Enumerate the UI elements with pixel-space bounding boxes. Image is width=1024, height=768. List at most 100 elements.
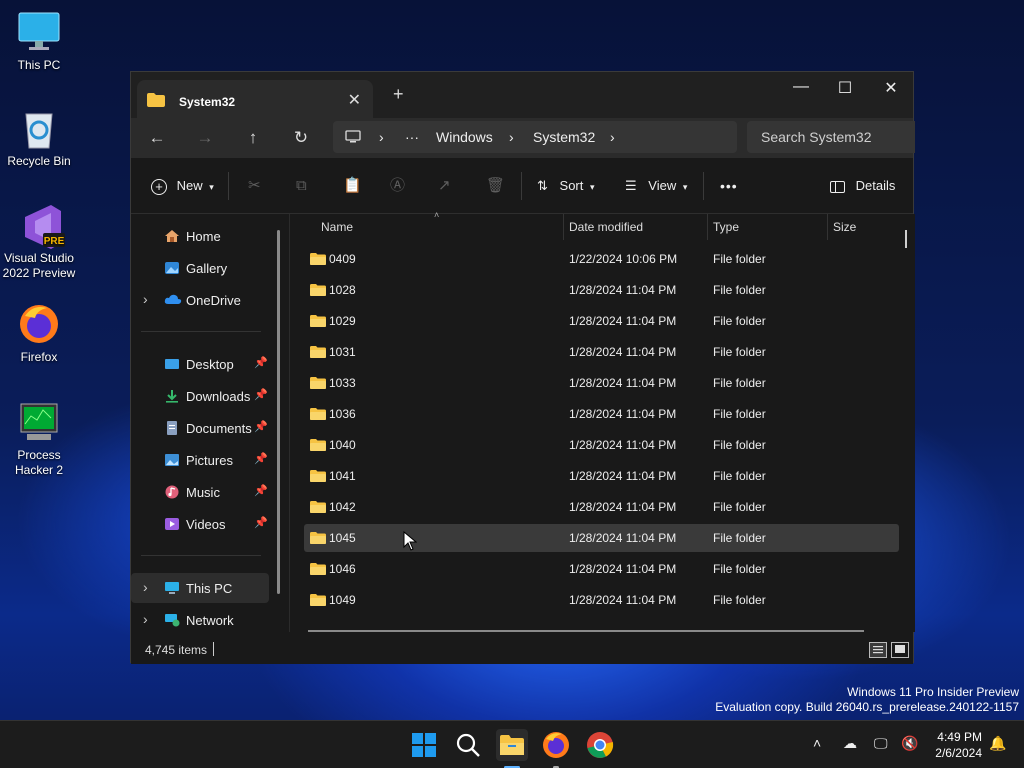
cloud-offline-icon[interactable]: ☁ (843, 735, 857, 752)
pin-icon[interactable]: 📌 (254, 484, 268, 497)
more-options-button[interactable]: ••• (720, 174, 738, 198)
cut-icon[interactable]: ✂ (248, 174, 261, 198)
search-box[interactable] (747, 121, 915, 153)
column-header-type[interactable]: Type (713, 214, 739, 242)
sidebar-item-pictures[interactable]: Pictures 📌 (131, 445, 269, 475)
breadcrumb-item-windows[interactable]: Windows (436, 129, 493, 145)
sidebar-item-desktop[interactable]: Desktop 📌 (131, 349, 269, 379)
sidebar-item-onedrive[interactable]: › OneDrive (131, 285, 269, 315)
taskbar-firefox[interactable] (540, 729, 572, 768)
date-modified: 1/28/2024 11:04 PM (569, 469, 677, 483)
taskbar-file-explorer[interactable] (496, 729, 528, 768)
up-button[interactable]: ↑ (240, 126, 266, 150)
delete-icon[interactable]: 🗑 (486, 174, 505, 198)
rename-icon[interactable]: Ⓐ (390, 174, 405, 198)
column-header-size[interactable]: Size (833, 214, 856, 242)
search-input[interactable] (761, 129, 911, 145)
breadcrumb-item-system32[interactable]: System32 (533, 129, 595, 145)
tab-system32[interactable]: System32 ✕ (137, 80, 373, 118)
large-icons-view-button[interactable] (891, 642, 909, 658)
folder-icon (310, 439, 326, 454)
column-divider[interactable] (707, 214, 708, 240)
chevron-right-icon[interactable]: › (143, 291, 148, 307)
close-tab-icon[interactable]: ✕ (348, 90, 361, 110)
chevron-right-icon[interactable]: › (143, 611, 148, 627)
table-row[interactable]: 1041 1/28/2024 11:04 PM File folder (304, 462, 899, 490)
column-header-name[interactable]: Name (321, 214, 353, 242)
notifications-bell-icon[interactable]: 🔔 (989, 735, 1006, 752)
sidebar-item-label: Home (186, 229, 221, 244)
item-count: 4,745 items (145, 643, 208, 657)
date-modified: 1/22/2024 10:06 PM (569, 252, 678, 266)
sidebar-item-this-pc[interactable]: › This PC (131, 573, 269, 603)
view-button[interactable]: ☰ View ▾ (625, 174, 687, 198)
file-name: 1041 (329, 469, 356, 483)
table-row[interactable]: 1029 1/28/2024 11:04 PM File folder (304, 307, 899, 335)
sidebar-item-home[interactable]: Home (131, 221, 269, 251)
sort-button[interactable]: ⇅ Sort ▾ (537, 174, 595, 198)
pin-icon[interactable]: 📌 (254, 420, 268, 433)
back-button[interactable]: ← (144, 126, 170, 150)
sort-label: Sort (559, 178, 584, 193)
table-row[interactable]: 1049 1/28/2024 11:04 PM File folder (304, 586, 899, 614)
share-icon[interactable]: ↗ (438, 174, 451, 198)
table-row[interactable]: 1031 1/28/2024 11:04 PM File folder (304, 338, 899, 366)
column-header-date-modified[interactable]: Date modified (569, 214, 643, 242)
address-bar[interactable]: › ··· Windows › System32 › (333, 121, 737, 153)
desktop-icon-firefox[interactable]: Firefox (0, 302, 78, 365)
new-tab-button[interactable]: + (393, 84, 404, 105)
table-row[interactable]: 1046 1/28/2024 11:04 PM File folder (304, 555, 899, 583)
pin-icon[interactable]: 📌 (254, 388, 268, 401)
table-row[interactable]: 1040 1/28/2024 11:04 PM File folder (304, 431, 899, 459)
desktop-icon-label: Visual Studio 2022 Preview (2, 251, 76, 280)
start-button[interactable] (408, 729, 440, 761)
paste-icon[interactable]: 📋 (343, 174, 362, 198)
sidebar-item-documents[interactable]: Documents 📌 (131, 413, 269, 443)
sidebar-item-music[interactable]: Music 📌 (131, 477, 269, 507)
sidebar-scrollbar[interactable] (277, 230, 280, 594)
file-list-scrollbar[interactable] (905, 230, 907, 248)
volume-muted-icon[interactable]: 🔇 (901, 735, 918, 752)
copy-icon[interactable]: ⧉ (296, 174, 307, 198)
close-window-button[interactable]: ✕ (871, 78, 911, 104)
system-clock[interactable]: 4:49 PM 2/6/2024 (928, 729, 982, 761)
taskbar-search-button[interactable] (452, 729, 484, 761)
desktop-icon-recycle-bin[interactable]: Recycle Bin (0, 106, 78, 169)
table-row[interactable]: 1033 1/28/2024 11:04 PM File folder (304, 369, 899, 397)
maximize-button[interactable]: ☐ (825, 78, 865, 104)
refresh-button[interactable]: ↻ (288, 126, 314, 150)
table-row[interactable]: 1028 1/28/2024 11:04 PM File folder (304, 276, 899, 304)
table-row[interactable]: 1036 1/28/2024 11:04 PM File folder (304, 400, 899, 428)
pin-icon[interactable]: 📌 (254, 356, 268, 369)
forward-button[interactable]: → (192, 126, 218, 150)
sidebar-item-videos[interactable]: Videos 📌 (131, 509, 269, 539)
desktop-icon-process-hacker[interactable]: Process Hacker 2 (0, 400, 78, 478)
chevron-down-icon: ▾ (590, 182, 595, 192)
show-hidden-icons-button[interactable]: ˄ (813, 735, 821, 751)
new-button[interactable]: + New ▾ (151, 174, 214, 198)
file-type: File folder (713, 469, 766, 483)
sidebar-item-downloads[interactable]: Downloads 📌 (131, 381, 269, 411)
breadcrumb-overflow[interactable]: ··· (405, 129, 419, 145)
desktop-icon-this-pc[interactable]: This PC (0, 10, 78, 73)
pin-icon[interactable]: 📌 (254, 452, 268, 465)
column-divider[interactable] (827, 214, 828, 240)
toolbar-divider (521, 172, 522, 200)
details-button[interactable]: Details (830, 174, 895, 198)
table-row[interactable]: 1042 1/28/2024 11:04 PM File folder (304, 493, 899, 521)
pin-icon[interactable]: 📌 (254, 516, 268, 529)
minimize-button[interactable]: — (781, 78, 821, 104)
table-row[interactable]: 1045 1/28/2024 11:04 PM File folder (304, 524, 899, 552)
column-divider[interactable] (563, 214, 564, 240)
sidebar-item-network[interactable]: › Network (131, 605, 269, 635)
horizontal-scrollbar[interactable] (308, 630, 864, 632)
sidebar-item-gallery[interactable]: Gallery (131, 253, 269, 283)
chevron-right-icon[interactable]: › (143, 579, 148, 595)
file-type: File folder (713, 283, 766, 297)
taskbar-chrome[interactable] (584, 729, 616, 761)
table-row[interactable]: 0409 1/22/2024 10:06 PM File folder (304, 245, 899, 273)
details-view-button[interactable] (869, 642, 887, 658)
desktop-icon-visual-studio[interactable]: PRE Visual Studio 2022 Preview (0, 203, 78, 281)
network-status-icon[interactable]: 🖵 (874, 735, 888, 752)
tab-title: System32 (179, 95, 236, 109)
